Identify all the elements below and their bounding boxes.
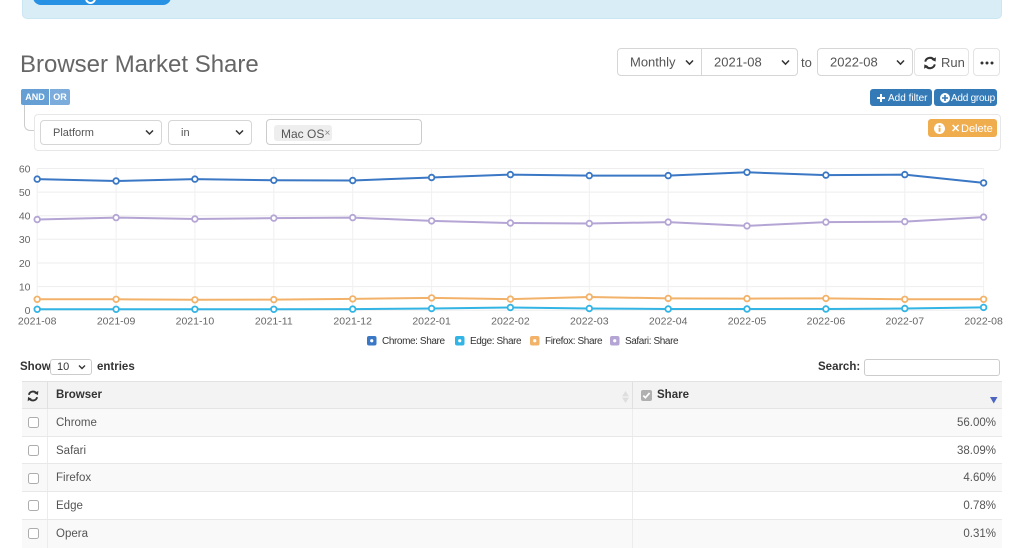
svg-text:20: 20 <box>19 258 31 270</box>
svg-text:2021-08: 2021-08 <box>18 316 57 328</box>
svg-text:Firefox: Share: Firefox: Share <box>545 336 603 347</box>
svg-text:2022-06: 2022-06 <box>807 316 846 328</box>
svg-text:2021-09: 2021-09 <box>97 316 136 328</box>
svg-text:2021-10: 2021-10 <box>176 316 215 328</box>
svg-text:40: 40 <box>19 211 31 223</box>
svg-text:2022-03: 2022-03 <box>570 316 609 328</box>
svg-text:2022-05: 2022-05 <box>728 316 767 328</box>
svg-text:Safari: Share: Safari: Share <box>625 336 679 347</box>
svg-text:2021-11: 2021-11 <box>255 316 293 328</box>
svg-text:2022-02: 2022-02 <box>491 316 530 328</box>
svg-text:2021-12: 2021-12 <box>333 316 372 328</box>
svg-text:2022-01: 2022-01 <box>412 316 451 328</box>
svg-text:Edge: Share: Edge: Share <box>470 336 522 347</box>
svg-text:30: 30 <box>19 234 31 246</box>
svg-text:60: 60 <box>19 163 31 175</box>
svg-text:50: 50 <box>19 187 31 199</box>
svg-text:2022-04: 2022-04 <box>649 316 688 328</box>
svg-text:10: 10 <box>19 281 31 293</box>
svg-text:2022-07: 2022-07 <box>886 316 925 328</box>
svg-text:2022-08: 2022-08 <box>964 316 1003 328</box>
svg-text:Chrome: Share: Chrome: Share <box>382 336 445 347</box>
